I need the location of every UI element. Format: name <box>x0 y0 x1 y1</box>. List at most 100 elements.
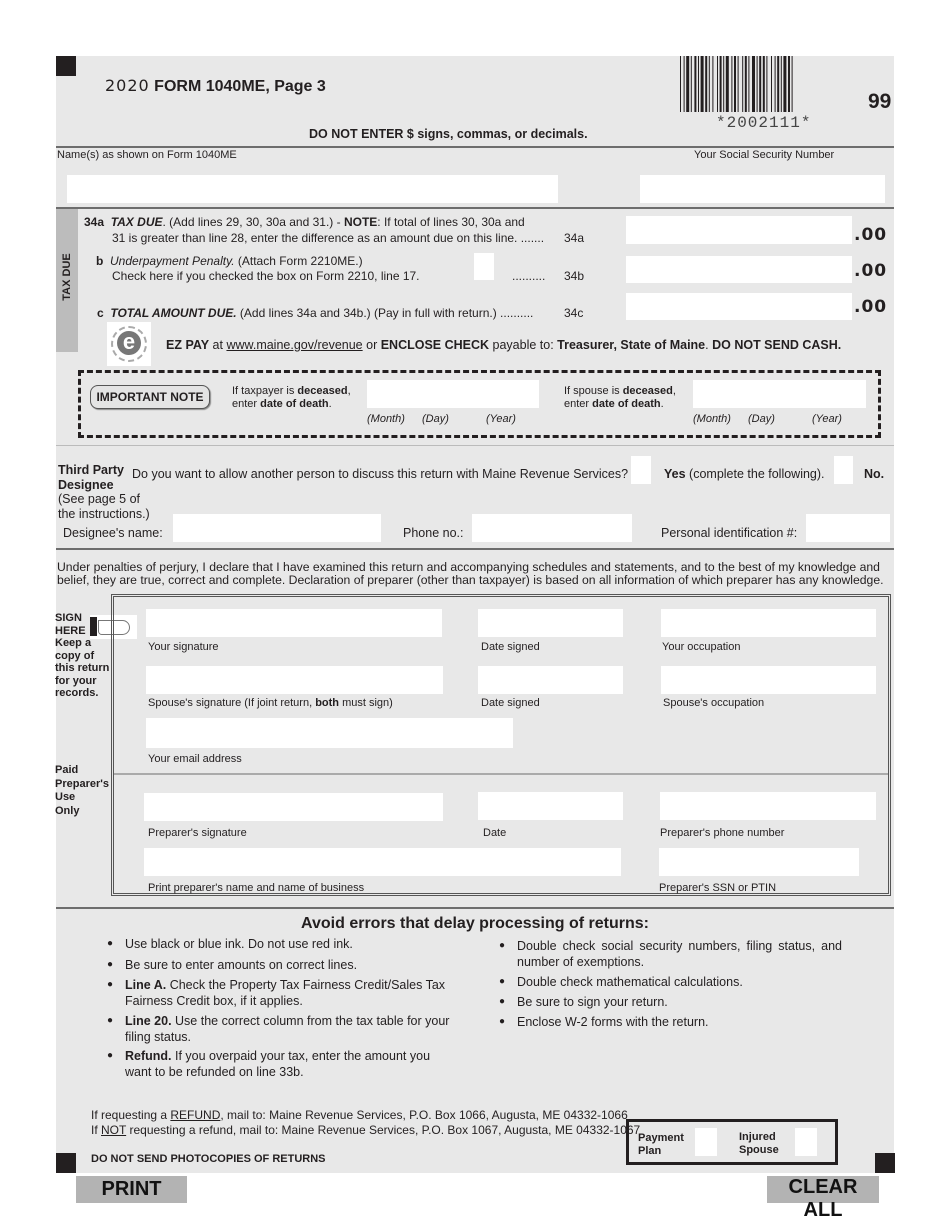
year-label: (Year) <box>812 413 842 425</box>
your-signature-input[interactable] <box>146 609 442 637</box>
tip-item: Refund. If you overpaid your tax, enter … <box>107 1048 455 1080</box>
text: requesting a refund, mail to: Maine Reve… <box>126 1123 641 1137</box>
barcode-bar <box>742 56 744 112</box>
spouse-signature-input[interactable] <box>146 666 443 694</box>
line-34b-dots: .......... <box>512 269 546 283</box>
text: Payment <box>638 1132 684 1144</box>
text: , mail to: Maine Revenue Services, P.O. … <box>220 1108 628 1122</box>
registration-mark-bottom-left <box>56 1153 76 1173</box>
preparer-name-business-input[interactable] <box>144 848 621 876</box>
ezpay-lead: EZ PAY <box>166 338 210 352</box>
preparer-phone-label: Preparer's phone number <box>660 827 785 839</box>
spouse-occupation-input[interactable] <box>661 666 876 694</box>
taxpayer-date-of-death-input[interactable] <box>367 380 539 408</box>
payment-plan-label: Payment Plan <box>638 1132 684 1158</box>
spouse-date-signed-input[interactable] <box>478 666 623 694</box>
ezpay-instruction: EZ PAY at www.maine.gov/revenue or ENCLO… <box>166 338 841 352</box>
line-title: Underpayment Penalty. <box>110 254 235 268</box>
designee-phone-input[interactable] <box>472 514 632 542</box>
barcode-bar <box>731 56 733 112</box>
ezpay-link[interactable]: www.maine.gov/revenue <box>226 338 362 352</box>
no-refund-address: If NOT requesting a refund, mail to: Mai… <box>91 1123 640 1138</box>
email-label: Your email address <box>148 753 242 765</box>
side-line: for your <box>55 674 97 687</box>
phone-label: Phone no.: <box>403 526 464 540</box>
barcode-bar <box>762 56 765 112</box>
line-34b-ref: 34b <box>564 269 585 283</box>
line-number: b <box>96 254 104 268</box>
text: must sign) <box>339 697 393 709</box>
side-line: Only <box>55 804 80 817</box>
designee-pin-input[interactable] <box>806 514 890 542</box>
preparer-date-input[interactable] <box>478 792 623 820</box>
preparer-ssn-ptin-input[interactable] <box>659 848 859 876</box>
tip-item: Double check mathematical calculations. <box>499 974 842 990</box>
preparer-phone-input[interactable] <box>660 792 876 820</box>
preparer-name-business-label: Print preparer's name and name of busine… <box>148 882 365 894</box>
tip-item: Be sure to sign your return. <box>499 994 842 1010</box>
text: . <box>660 398 664 410</box>
line-34c-cents: .00 <box>854 297 888 317</box>
month-label: (Month) <box>367 413 405 425</box>
tip-item: Be sure to enter amounts on correct line… <box>107 957 455 973</box>
day-label: (Day) <box>422 413 449 425</box>
declaration-line: belief, they are true, correct and compl… <box>57 573 884 587</box>
designee-no-checkbox[interactable] <box>834 456 853 484</box>
ezpay-logo-icon: e <box>107 322 151 366</box>
tip-item: Double check social security numbers, fi… <box>499 938 842 970</box>
ezpay-letter: e <box>117 331 141 355</box>
injured-spouse-checkbox[interactable] <box>795 1128 817 1156</box>
barcode-bar <box>723 56 725 112</box>
injured-spouse-label: Injured Spouse <box>739 1131 779 1157</box>
note-label: NOTE <box>343 215 378 229</box>
yes-text: Yes <box>664 467 686 481</box>
line-34b-input[interactable] <box>626 256 852 283</box>
print-button[interactable]: PRINT <box>76 1176 187 1203</box>
line-34b-cents: .00 <box>854 261 888 281</box>
barcode-bar <box>774 56 776 112</box>
mailing-addresses: If requesting a REFUND, mail to: Maine R… <box>91 1108 640 1138</box>
tax-due-sidebar: TAX DUE <box>56 209 78 352</box>
barcode-bar <box>756 56 758 112</box>
divider <box>56 548 894 550</box>
text: (complete the following). <box>685 467 825 481</box>
line-34b-text: b Underpayment Penalty. (Attach Form 221… <box>96 254 363 268</box>
line-34c-input[interactable] <box>626 293 852 320</box>
your-occupation-input[interactable] <box>661 609 876 637</box>
date-signed-input[interactable] <box>478 609 623 637</box>
text: , <box>672 385 676 397</box>
line-34a-input[interactable] <box>626 216 852 244</box>
form-2210-checkbox[interactable] <box>474 253 494 280</box>
ssn-input[interactable] <box>640 175 885 203</box>
line-number: 34a <box>84 215 105 229</box>
designee-name-input[interactable] <box>173 514 381 542</box>
your-signature-label: Your signature <box>148 641 219 653</box>
divider <box>56 907 894 909</box>
line-34a-cents: .00 <box>854 225 888 245</box>
barcode-bar <box>719 56 722 112</box>
line-title: TAX DUE <box>110 215 163 229</box>
cuff <box>90 617 97 636</box>
text: both <box>315 697 340 709</box>
barcode-bar <box>744 56 747 112</box>
clear-all-button[interactable]: CLEAR ALL <box>767 1176 879 1221</box>
perjury-declaration: Under penalties of perjury, I declare th… <box>57 561 884 587</box>
barcode-bar <box>686 56 690 112</box>
barcode-bar <box>680 56 681 112</box>
spouse-deceased-label: If spouse is deceased, enter date of dea… <box>564 385 676 411</box>
text: at <box>209 338 227 352</box>
payment-plan-checkbox[interactable] <box>695 1128 717 1156</box>
text: date of death <box>592 398 661 410</box>
name-input[interactable] <box>67 175 558 203</box>
text: Spouse <box>739 1144 779 1156</box>
designee-yes-checkbox[interactable] <box>631 456 651 484</box>
heading-line: Third Party <box>58 463 124 477</box>
preparer-signature-input[interactable] <box>144 793 443 821</box>
line-text: . (Add lines 29, 30, 30a and 31.) - <box>162 215 344 229</box>
text: deceased <box>297 385 348 397</box>
important-note-box: IMPORTANT NOTE If taxpayer is deceased, … <box>78 370 881 438</box>
email-input[interactable] <box>146 718 513 748</box>
spouse-date-of-death-input[interactable] <box>693 380 866 408</box>
line-title: TOTAL AMOUNT DUE. <box>110 306 237 320</box>
refund-address: If requesting a REFUND, mail to: Maine R… <box>91 1108 640 1123</box>
